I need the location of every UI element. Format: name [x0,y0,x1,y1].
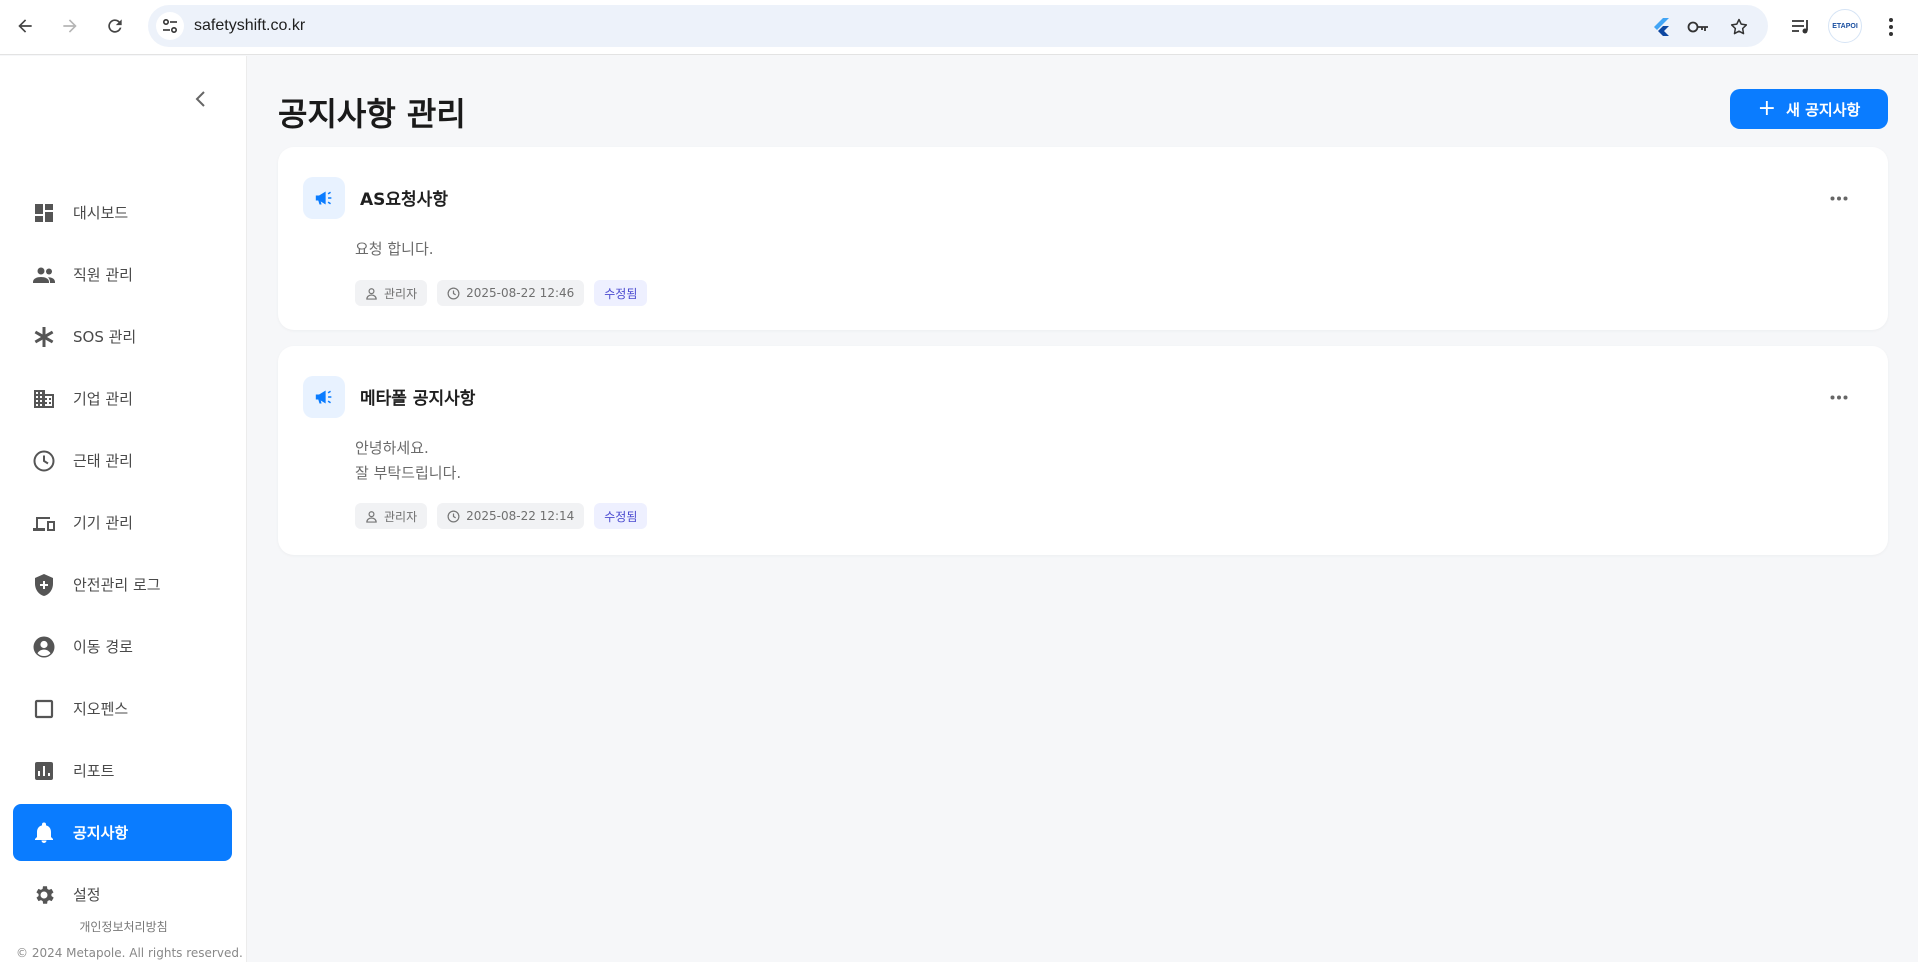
shield-icon [31,572,57,598]
sidebar-item-label: 리포트 [73,762,115,780]
sidebar-item-label: 안전관리 로그 [73,576,161,594]
profile-avatar[interactable]: ETAPOI [1828,9,1862,43]
sidebar-item-label: 근태 관리 [73,452,133,470]
sidebar-item-devices[interactable]: 기기 관리 [13,494,232,551]
person-icon [366,510,377,523]
devices-icon [31,510,57,536]
notice-body-line: 안녕하세요. [355,439,429,457]
notice-card[interactable]: AS요청사항 요청 합니다. 관리자 2025-08-22 12:46 수정됨 [278,147,1888,330]
back-arrow-icon [18,19,32,33]
browser-menu-icon[interactable] [1880,16,1902,38]
clock-icon [447,510,460,522]
bell-icon [31,820,57,846]
datetime-chip: 2025-08-22 12:46 [437,280,585,306]
tune-icon [162,18,178,34]
asterisk-icon [31,324,57,350]
url-text: safetyshift.co.kr [194,17,306,34]
status-badge: 수정됨 [594,503,648,529]
dashboard-icon [31,200,57,226]
more-horizontal-icon [1830,395,1848,399]
notice-body-line: 요청 합니다. [355,240,434,258]
author-chip: 관리자 [355,503,428,529]
notice-body-line: 잘 부탁드립니다. [355,464,462,482]
privacy-policy-link[interactable]: 개인정보처리방침 [0,918,247,935]
notice-meta: 관리자 2025-08-22 12:46 수정됨 [355,280,648,306]
collapse-sidebar-button[interactable] [188,86,214,112]
bar-chart-icon [31,758,57,784]
bookmark-star-icon[interactable] [1728,16,1750,38]
back-button[interactable] [9,10,41,42]
clock-icon [31,448,57,474]
notice-card[interactable]: 메타폴 공지사항 안녕하세요. 잘 부탁드립니다. 관리자 2025-08-22… [278,346,1888,555]
sidebar-item-label: 직원 관리 [73,266,133,284]
gear-icon [31,882,57,908]
sidebar-item-employees[interactable]: 직원 관리 [13,246,232,303]
sidebar-item-geofence[interactable]: 지오펜스 [13,680,232,737]
notice-title: AS요청사항 [360,190,448,210]
more-horizontal-icon [1830,196,1848,200]
plus-icon: + [1757,96,1777,121]
sidebar-item-label: 기기 관리 [73,514,133,532]
sidebar-item-notices[interactable]: 공지사항 [13,804,232,861]
megaphone-icon [303,376,345,418]
address-bar[interactable]: safetyshift.co.kr [148,5,1768,47]
sidebar-item-label: SOS 관리 [73,328,137,346]
people-icon [31,262,57,288]
forward-button[interactable] [54,10,86,42]
account-circle-icon [31,634,57,660]
reload-icon [108,19,122,33]
sidebar-item-safety-log[interactable]: 안전관리 로그 [13,556,232,613]
more-options-button[interactable] [1826,384,1852,410]
sidebar-item-settings[interactable]: 설정 [13,866,232,923]
sidebar-item-company[interactable]: 기업 관리 [13,370,232,427]
sidebar-item-route[interactable]: 이동 경로 [13,618,232,675]
sidebar-item-label: 기업 관리 [73,390,133,408]
notice-meta: 관리자 2025-08-22 12:14 수정됨 [355,503,648,529]
sidebar-item-label: 공지사항 [73,824,129,842]
notice-body: 안녕하세요. 잘 부탁드립니다. [355,436,461,486]
sidebar-item-report[interactable]: 리포트 [13,742,232,799]
flutter-extension-icon[interactable] [1650,16,1672,38]
new-notice-label: 새 공지사항 [1786,100,1861,119]
reload-button[interactable] [99,10,131,42]
building-icon [31,386,57,412]
clock-icon [447,287,460,299]
notice-body: 요청 합니다. [355,237,434,262]
chevron-left-icon [195,91,205,107]
more-options-button[interactable] [1826,185,1852,211]
sidebar-item-sos[interactable]: SOS 관리 [13,308,232,365]
sidebar-item-label: 이동 경로 [73,638,133,656]
status-badge: 수정됨 [594,280,648,306]
datetime-chip: 2025-08-22 12:14 [437,503,585,529]
forward-arrow-icon [63,19,77,33]
sidebar-item-label: 지오펜스 [73,700,129,718]
site-info-button[interactable] [156,12,184,40]
sidebar-item-dashboard[interactable]: 대시보드 [13,184,232,241]
new-notice-button[interactable]: + 새 공지사항 [1730,89,1888,129]
author-chip: 관리자 [355,280,428,306]
notice-title: 메타폴 공지사항 [360,389,476,409]
page-title: 공지사항 관리 [278,95,466,133]
sidebar: 대시보드 직원 관리 SOS 관리 기업 관리 근태 관리 기기 관리 안전관리… [0,56,247,962]
megaphone-icon [303,177,345,219]
person-icon [366,287,377,300]
reading-list-icon[interactable] [1790,16,1812,38]
copyright-text: © 2024 Metapole. All rights reserved. [16,946,243,960]
sidebar-item-label: 대시보드 [73,204,129,222]
sidebar-item-label: 설정 [73,886,101,904]
browser-toolbar: safetyshift.co.kr ETAPOI [0,0,1918,55]
key-icon[interactable] [1687,16,1709,38]
sidebar-item-attendance[interactable]: 근태 관리 [13,432,232,489]
square-icon [31,696,57,722]
